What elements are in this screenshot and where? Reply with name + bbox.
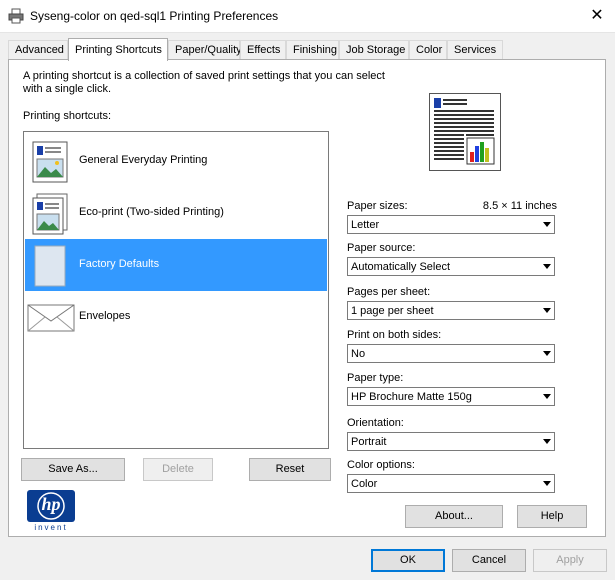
color-options-select[interactable]: Color	[347, 474, 555, 493]
printer-icon	[8, 8, 24, 24]
tab-finishing[interactable]: Finishing	[286, 40, 339, 60]
apply-button[interactable]: Apply	[533, 549, 607, 572]
close-icon[interactable]: ✕	[583, 4, 611, 28]
chevron-down-icon[interactable]	[539, 388, 554, 405]
paper-source-value: Automatically Select	[351, 261, 451, 273]
document-image-icon	[32, 141, 68, 183]
tab-printing-shortcuts[interactable]: Printing Shortcuts	[68, 38, 168, 61]
shortcuts-list-label: Printing shortcuts:	[23, 110, 112, 122]
color-options-value: Color	[351, 478, 378, 490]
chevron-down-icon[interactable]	[539, 258, 554, 275]
title-bar: Syseng-color on qed-sql1 Printing Prefer…	[0, 0, 615, 33]
two-sided-document-icon	[32, 193, 68, 235]
envelope-icon	[27, 304, 75, 332]
print-both-sides-value: No	[351, 348, 366, 360]
save-as-button[interactable]: Save As...	[21, 458, 125, 481]
list-item-label: Factory Defaults	[79, 258, 160, 270]
list-item[interactable]: General Everyday Printing	[25, 135, 327, 187]
delete-button[interactable]: Delete	[143, 458, 213, 481]
chevron-down-icon[interactable]	[539, 302, 554, 319]
blank-page-icon	[34, 245, 66, 287]
ok-button[interactable]: OK	[371, 549, 445, 572]
cancel-button[interactable]: Cancel	[452, 549, 526, 572]
paper-dimension-text: 8.5 × 11 inches	[482, 200, 557, 212]
shortcut-description: A printing shortcut is a collection of s…	[23, 70, 385, 95]
chevron-down-icon[interactable]	[539, 345, 554, 362]
paper-size-select[interactable]: Letter	[347, 215, 555, 234]
tab-job-storage[interactable]: Job Storage	[339, 40, 409, 60]
preview-graphic	[434, 98, 495, 165]
hp-logo-text: hp	[41, 494, 61, 514]
list-item-label: Envelopes	[79, 310, 131, 322]
list-item[interactable]: Envelopes	[25, 291, 327, 343]
hp-logo-tagline: invent	[34, 523, 68, 532]
tab-advanced[interactable]: Advanced	[8, 40, 68, 60]
print-both-sides-label: Print on both sides:	[347, 329, 442, 341]
paper-type-select[interactable]: HP Brochure Matte 150g	[347, 387, 555, 406]
list-item-selected[interactable]: Factory Defaults	[25, 239, 327, 291]
pages-per-sheet-label: Pages per sheet:	[347, 286, 431, 298]
orientation-select[interactable]: Portrait	[347, 432, 555, 451]
tab-services[interactable]: Services	[447, 40, 503, 60]
chevron-down-icon[interactable]	[539, 475, 554, 492]
list-item[interactable]: Eco-print (Two-sided Printing)	[25, 187, 327, 239]
orientation-label: Orientation:	[347, 417, 404, 429]
print-both-sides-select[interactable]: No	[347, 344, 555, 363]
chevron-down-icon[interactable]	[539, 216, 554, 233]
chevron-down-icon[interactable]	[539, 433, 554, 450]
color-options-label: Color options:	[347, 459, 415, 471]
pages-per-sheet-select[interactable]: 1 page per sheet	[347, 301, 555, 320]
orientation-value: Portrait	[351, 436, 387, 448]
tab-color[interactable]: Color	[409, 40, 447, 60]
page-preview	[429, 93, 501, 171]
reset-button[interactable]: Reset	[249, 458, 331, 481]
pages-per-sheet-value: 1 page per sheet	[351, 305, 434, 317]
tab-effects[interactable]: Effects	[240, 40, 286, 60]
list-item-label: Eco-print (Two-sided Printing)	[79, 206, 224, 218]
list-item-label: General Everyday Printing	[79, 154, 208, 166]
tab-paper-quality[interactable]: Paper/Quality	[168, 40, 242, 60]
hp-logo: hp invent	[27, 490, 75, 534]
about-button[interactable]: About...	[405, 505, 503, 528]
tab-panel: A printing shortcut is a collection of s…	[8, 59, 606, 537]
shortcuts-list[interactable]: General Everyday Printing Eco-print (Two…	[23, 131, 329, 449]
paper-type-label: Paper type:	[347, 372, 404, 384]
paper-type-value: HP Brochure Matte 150g	[351, 391, 472, 403]
paper-sizes-label: Paper sizes:	[347, 200, 408, 212]
help-button[interactable]: Help	[517, 505, 587, 528]
window-title: Syseng-color on qed-sql1 Printing Prefer…	[30, 9, 279, 23]
paper-source-select[interactable]: Automatically Select	[347, 257, 555, 276]
paper-size-value: Letter	[351, 219, 380, 231]
paper-source-label: Paper source:	[347, 242, 416, 254]
